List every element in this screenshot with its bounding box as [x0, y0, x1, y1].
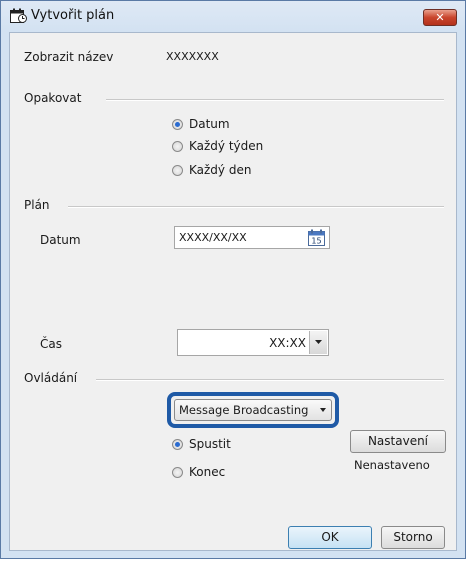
- repeat-daily-label: Každý den: [189, 163, 252, 177]
- plan-separator: [68, 206, 444, 208]
- display-name-value: XXXXXXX: [166, 50, 219, 63]
- repeat-option-weekly[interactable]: Každý týden: [172, 139, 263, 153]
- end-label: Konec: [189, 465, 226, 479]
- repeat-daily-radio[interactable]: [172, 165, 183, 176]
- repeat-separator: [106, 99, 444, 101]
- repeat-date-label: Datum: [189, 117, 230, 131]
- dropdown-highlight: Message Broadcasting: [167, 392, 339, 428]
- repeat-date-radio[interactable]: [172, 119, 183, 130]
- time-value: XX:XX: [269, 336, 306, 350]
- title-bar[interactable]: Vytvořit plán ✕: [1, 1, 465, 31]
- chevron-down-icon: [315, 340, 322, 344]
- window-title: Vytvořit plán: [31, 8, 115, 23]
- date-field[interactable]: XXXX/XX/XX 15: [174, 226, 330, 249]
- control-separator: [96, 379, 444, 381]
- repeat-weekly-radio[interactable]: [172, 141, 183, 152]
- calendar-picker-icon[interactable]: 15: [308, 229, 325, 246]
- time-label: Čas: [40, 337, 62, 351]
- calendar-day: 15: [311, 237, 321, 246]
- control-section-heading: Ovládání: [24, 371, 78, 385]
- end-option[interactable]: Konec: [172, 465, 225, 479]
- cancel-button[interactable]: Storno: [381, 526, 445, 549]
- plan-section-heading: Plán: [24, 198, 50, 212]
- start-radio[interactable]: [172, 439, 183, 450]
- ok-button[interactable]: OK: [288, 526, 372, 549]
- settings-status: Nenastaveno: [354, 458, 430, 472]
- start-option[interactable]: Spustit: [172, 437, 231, 451]
- calendar-app-icon: [10, 8, 27, 23]
- end-radio[interactable]: [172, 467, 183, 478]
- repeat-weekly-label: Každý týden: [189, 139, 264, 153]
- settings-button[interactable]: Nastavení: [350, 430, 446, 453]
- display-name-label: Zobrazit název: [24, 50, 114, 64]
- close-button[interactable]: ✕: [423, 9, 457, 26]
- chevron-down-icon: [320, 408, 326, 412]
- repeat-section-heading: Opakovat: [24, 91, 82, 105]
- dialog-body: Zobrazit název XXXXXXX Opakovat Datum Ka…: [9, 32, 457, 551]
- time-field[interactable]: XX:XX: [177, 329, 329, 356]
- time-dropdown-button[interactable]: [309, 331, 327, 354]
- create-schedule-dialog: Vytvořit plán ✕ Zobrazit název XXXXXXX O…: [0, 0, 466, 559]
- repeat-option-daily[interactable]: Každý den: [172, 163, 251, 177]
- date-label: Datum: [40, 233, 81, 247]
- repeat-option-date[interactable]: Datum: [172, 117, 230, 131]
- start-label: Spustit: [189, 437, 231, 451]
- control-dropdown-value: Message Broadcasting: [179, 403, 309, 417]
- control-dropdown[interactable]: Message Broadcasting: [174, 399, 332, 421]
- date-value: XXXX/XX/XX: [179, 231, 247, 244]
